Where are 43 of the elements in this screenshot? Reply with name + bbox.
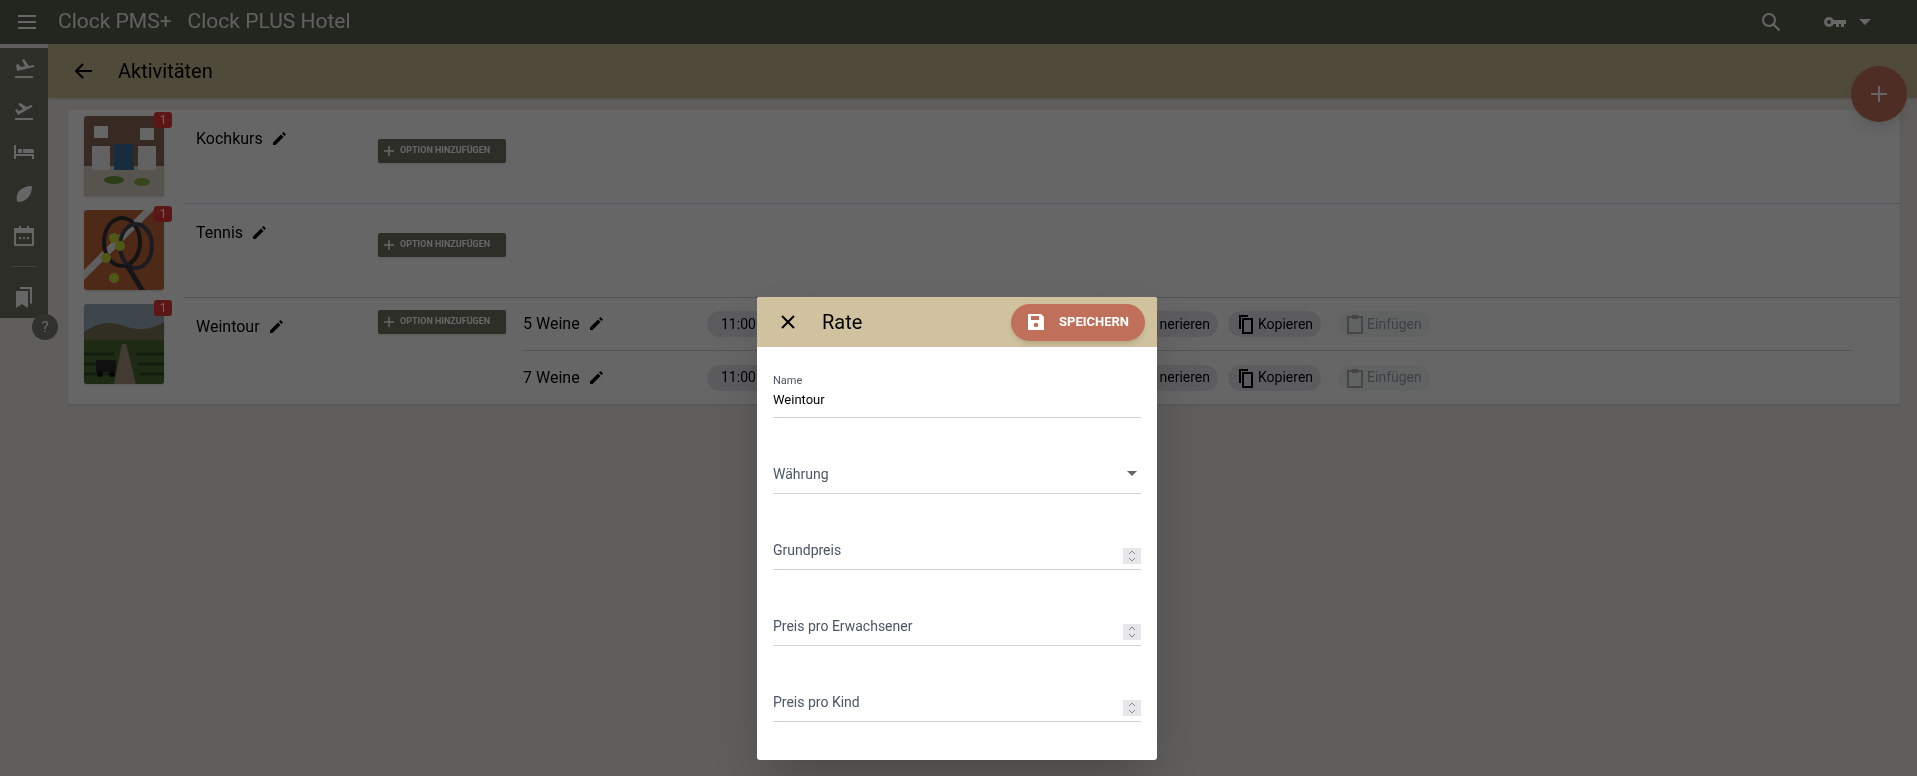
copy-icon: [1236, 314, 1254, 334]
plus-icon: [384, 240, 394, 250]
spinner-icon: [1123, 624, 1141, 640]
edit-icon[interactable]: [267, 319, 284, 335]
option-name: 7 Weine: [523, 366, 580, 389]
spinner-icon: [1123, 548, 1141, 564]
save-button[interactable]: SPEICHERN: [1011, 303, 1145, 341]
spinner-icon: [1123, 700, 1141, 716]
plus-icon: [384, 317, 394, 327]
search-icon[interactable]: [1759, 10, 1783, 34]
dropdown-arrow-icon: [1127, 471, 1137, 476]
clipboard-icon: [1347, 367, 1364, 388]
copy-chip[interactable]: Kopieren: [1228, 364, 1322, 391]
plane-landing-icon[interactable]: [12, 56, 36, 80]
clipboard-icon: [1347, 314, 1364, 334]
close-icon[interactable]: [779, 313, 797, 331]
plus-icon: [384, 146, 394, 156]
currency-select[interactable]: Währung: [773, 462, 1141, 494]
edit-icon[interactable]: [251, 225, 268, 241]
app-title: Clock PMS+: [58, 8, 172, 36]
count-badge: 1: [154, 300, 172, 316]
option-name: 5 Weine: [523, 313, 580, 335]
copy-icon: [1236, 367, 1254, 388]
calendar-icon[interactable]: [12, 224, 36, 248]
edit-icon[interactable]: [587, 316, 604, 332]
input-field[interactable]: Name Weintour: [773, 373, 1141, 418]
plus-icon: [1869, 84, 1889, 104]
activity-name: Weintour: [196, 316, 260, 338]
input-field[interactable]: Preis pro Erwachsener: [773, 614, 1141, 646]
input-field[interactable]: Grundpreis: [773, 538, 1141, 570]
dialog-title: Rate: [822, 309, 863, 336]
edit-icon[interactable]: [270, 131, 287, 147]
input-field[interactable]: Preis pro Kind: [773, 690, 1141, 722]
count-badge: 1: [154, 206, 172, 222]
help-button[interactable]: ?: [32, 314, 58, 340]
hotel-name: Clock PLUS Hotel: [187, 8, 351, 36]
activity-name: Kochkurs: [196, 128, 263, 150]
count-badge: 1: [154, 112, 172, 128]
page-title: Aktivitäten: [118, 58, 213, 85]
caret-icon[interactable]: [1859, 18, 1871, 26]
copy-chip[interactable]: Kopieren: [1228, 311, 1322, 337]
edit-icon[interactable]: [587, 369, 604, 386]
activity-name: Tennis: [196, 222, 244, 244]
